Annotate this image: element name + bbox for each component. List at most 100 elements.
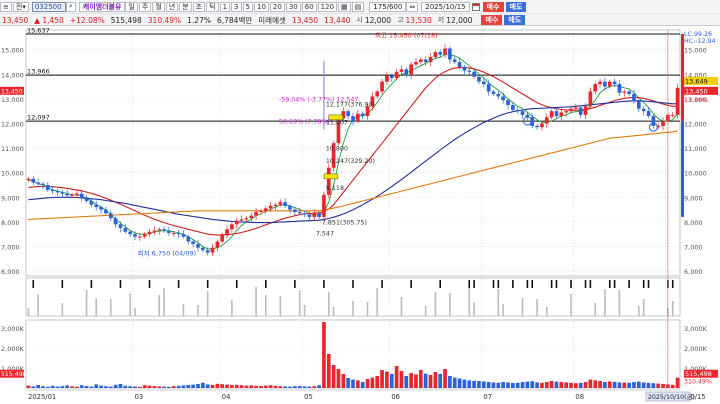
volume-bar (632, 382, 636, 388)
volume-bar (200, 382, 205, 388)
candle-body (263, 208, 268, 211)
signal-bar (545, 307, 548, 316)
volume-bar (501, 382, 506, 388)
sell-button[interactable]: 매도 (505, 1, 527, 12)
volume-bar (297, 386, 302, 388)
stock-chart[interactable]: 6,000 6,000 7,000 7,000 8,000 8,000 9,000 9,000… (0, 26, 720, 404)
candle-body (273, 204, 278, 206)
low-price: 12,000 (446, 15, 473, 25)
x-tick-label: 07 (483, 393, 492, 401)
signal-tick (352, 280, 354, 288)
chart-area[interactable]: 6,000 6,000 7,000 7,000 8,000 8,000 9,000 9,000… (0, 26, 720, 404)
volume-bar (65, 385, 70, 388)
signal-bar (434, 292, 437, 316)
search-icon[interactable]: ⌕ (65, 1, 76, 12)
display-count-input[interactable]: 175/600 (369, 1, 407, 12)
volume-bar (438, 374, 443, 388)
interval-60-button[interactable]: 60 (301, 1, 317, 12)
candle-body (404, 69, 409, 75)
volume-bar (108, 386, 113, 388)
volume-tag: 515,498 (685, 370, 712, 378)
volume-bar (288, 386, 292, 388)
volume-bar (477, 381, 481, 388)
zoom-icon[interactable]: ⇔ (406, 1, 419, 12)
period-tick-button[interactable]: 틱 (206, 1, 219, 12)
volume-bar (481, 381, 486, 388)
period-year-button[interactable]: 년 (165, 1, 179, 12)
price-tick-label-right: 7,000 (684, 243, 703, 251)
volume-bar (31, 386, 36, 388)
candle-body (452, 59, 457, 62)
signal-tick (323, 280, 325, 288)
signal-tick (473, 280, 475, 288)
signal-tick (570, 280, 572, 288)
low-label: 저 (437, 16, 445, 24)
interval-10-button[interactable]: 10 (253, 1, 269, 12)
volume-bar (496, 382, 501, 388)
price-left-tag: 13,450 (1, 88, 23, 95)
volume-value: 515,498 (110, 15, 142, 25)
candle-body (75, 193, 79, 195)
volume-bar (578, 382, 583, 388)
menu-icon[interactable]: ≡ (0, 1, 12, 12)
candle-body (302, 213, 307, 215)
interval-20-button[interactable]: 20 (269, 1, 285, 12)
candle-body (675, 87, 680, 115)
signal-tick (584, 280, 587, 288)
volume-bar (385, 371, 389, 388)
candle-body (540, 123, 544, 128)
signal-tick (439, 280, 441, 288)
price-change: ▲ 1,450 (34, 15, 64, 25)
candle-body (389, 75, 394, 78)
volume-tick-label: 2,000K (1, 345, 25, 353)
volume-bar (646, 382, 651, 388)
period-minute-button[interactable]: 분 (179, 1, 192, 12)
interval-30-button[interactable]: 30 (285, 1, 301, 12)
volume-bar (244, 385, 249, 388)
volume-bar (41, 386, 45, 388)
period-second-button[interactable]: 초 (192, 1, 206, 12)
period-month-button[interactable]: 월 (152, 1, 165, 12)
interval-1-button[interactable]: 1 (219, 1, 231, 12)
chart-type-icon[interactable]: ▦ (338, 1, 351, 12)
candle-body (50, 189, 55, 192)
volume-bar (45, 386, 50, 388)
volume-bar (370, 377, 375, 388)
period-week-button[interactable]: 주 (138, 1, 152, 12)
volume-bar (162, 386, 166, 388)
volume-bar (670, 384, 675, 388)
volume-bar (278, 386, 283, 388)
candle-body (375, 91, 380, 97)
signal-bar (671, 301, 674, 316)
volume-bar (138, 386, 142, 388)
overlay-icon[interactable]: ▤ (351, 1, 365, 12)
buy-button[interactable]: 매수 (482, 1, 504, 12)
candle-body (574, 107, 578, 109)
x-tick-label: 05 (304, 393, 313, 401)
volume-bar (641, 382, 646, 388)
signal-bar (206, 291, 209, 316)
quote-sell-button[interactable]: 매도 (504, 15, 526, 25)
volume-bar (181, 385, 186, 388)
calendar-icon[interactable] (471, 2, 480, 11)
price-change-pct: +12.08% (69, 15, 105, 25)
quote-buy-button[interactable]: 매수 (481, 15, 503, 25)
volume-bar (307, 386, 312, 388)
volume-bar (230, 385, 234, 388)
all-select[interactable]: 전▾ (12, 1, 29, 12)
interval-120-button[interactable]: 120 (317, 1, 338, 12)
date-input[interactable]: 2025/10/15 (421, 1, 470, 12)
interval-5-button[interactable]: 5 (242, 1, 253, 12)
price-tick-label: 12,000 (1, 120, 24, 128)
stock-code-input[interactable]: 032500 (31, 1, 66, 12)
interval-3-button[interactable]: 3 (231, 1, 242, 12)
candle-body (31, 178, 36, 183)
period-day-button[interactable]: 일 (125, 1, 138, 12)
candle-body (230, 224, 234, 230)
signal-tick (294, 280, 296, 288)
price-tick-label: 8,000 (1, 219, 20, 227)
signal-bar (37, 294, 39, 316)
volume-bar (409, 373, 413, 388)
candle-body (322, 194, 326, 217)
signal-bar (182, 304, 185, 316)
